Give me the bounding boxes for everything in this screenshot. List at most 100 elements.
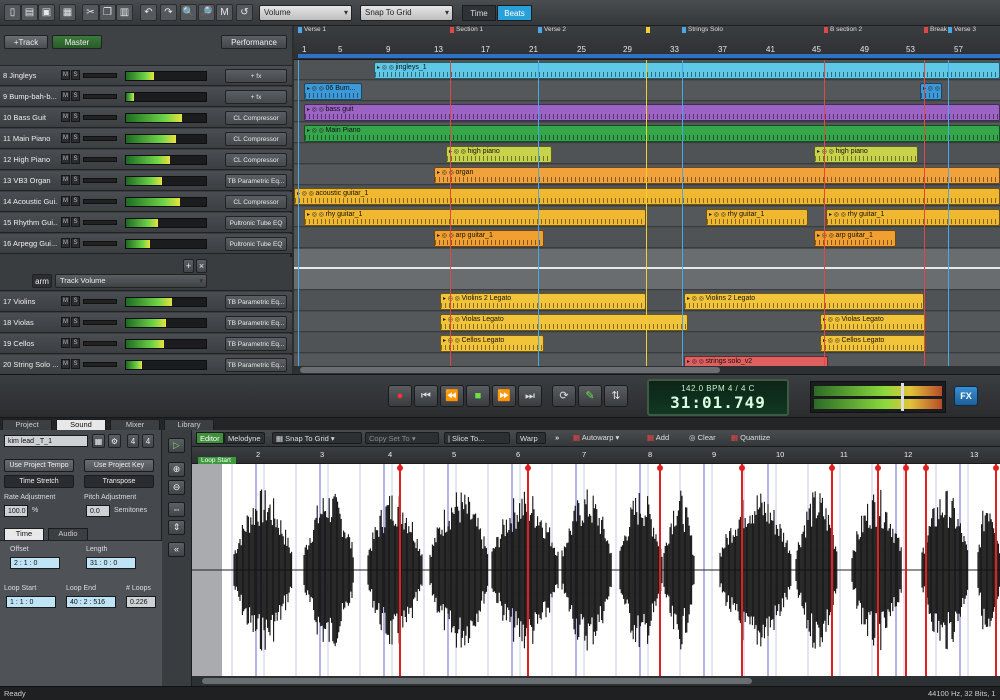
mute-button[interactable]: M <box>61 112 70 122</box>
track-name[interactable]: 14 Acoustic Gui... <box>3 197 58 206</box>
loop-start-input[interactable]: 1 : 1 : 0 <box>6 596 56 608</box>
section-marker[interactable]: B section 2 <box>824 26 862 33</box>
midi-icon[interactable]: M <box>216 4 233 21</box>
track-row[interactable]: 17 Violins M S TB Parametric Eq... <box>0 292 292 312</box>
solo-button[interactable]: S <box>71 338 80 348</box>
master-fader-handle[interactable] <box>901 383 904 411</box>
plugin-slot[interactable]: TB Parametric Eq... <box>225 337 287 351</box>
track-row[interactable]: 13 VB3 Organ M S TB Parametric Eq... <box>0 171 292 191</box>
track-name[interactable]: 18 Violas <box>3 318 58 327</box>
settings-icon[interactable]: ⚙ <box>108 434 121 448</box>
transpose-select[interactable]: Transpose <box>84 475 154 488</box>
track-row[interactable]: 20 String Solo ... M S TB Parametric Eq... <box>0 355 292 375</box>
new-icon[interactable]: ▯ <box>4 4 21 21</box>
mute-button[interactable]: M <box>61 359 70 369</box>
track-volume-slider[interactable] <box>83 73 117 78</box>
audio-clip[interactable]: bass guit <box>304 104 1000 121</box>
quantize-button[interactable]: ▦ Quantize <box>728 432 773 444</box>
plugin-slot[interactable]: Pultronic Tube EQ <box>225 237 287 251</box>
track-volume-slider[interactable] <box>83 241 117 246</box>
snap-mode-select[interactable]: Snap To Grid <box>360 5 453 21</box>
rate-input[interactable]: 100.0 <box>4 505 28 517</box>
track-row[interactable]: 9 Bump-bah-b... M S + fx <box>0 87 292 107</box>
cut-icon[interactable]: ✂ <box>82 4 99 21</box>
section-marker[interactable]: Verse 2 <box>538 26 566 33</box>
time-toggle[interactable]: Time <box>462 5 496 21</box>
track-volume-slider[interactable] <box>83 115 117 120</box>
melodyne-tab[interactable]: Melodyne <box>224 432 265 444</box>
audio-clip[interactable]: Violas Legato <box>440 314 688 331</box>
collapse-icon[interactable]: « <box>168 542 185 557</box>
audio-clip[interactable]: high piano <box>814 146 918 163</box>
audio-clip[interactable]: jingleys_1 <box>374 62 1000 79</box>
solo-button[interactable]: S <box>71 196 80 206</box>
editor-scrollbar[interactable] <box>192 676 1000 686</box>
playback-region[interactable] <box>298 54 1000 58</box>
track-volume-slider[interactable] <box>83 178 117 183</box>
waveform-view[interactable] <box>192 464 1000 676</box>
mute-button[interactable]: M <box>61 338 70 348</box>
time-sig-numerator[interactable]: 4 <box>127 434 139 448</box>
track-row[interactable]: 16 Arpegg Gui... M S Pultronic Tube EQ <box>0 234 292 254</box>
track-name[interactable]: 16 Arpegg Gui... <box>3 239 58 248</box>
zoom-out-icon[interactable]: 🔎 <box>198 4 215 21</box>
track-volume-slider[interactable] <box>83 157 117 162</box>
track-row[interactable]: 10 Bass Guit M S CL Compressor <box>0 108 292 128</box>
automation-line[interactable] <box>294 267 1000 269</box>
plugin-slot[interactable]: CL Compressor <box>225 153 287 167</box>
arranger-view[interactable]: Verse 1 Section 1 Verse 2 Strings Solo B sec… <box>294 26 1000 374</box>
zoom-in-icon[interactable]: 🔍 <box>180 4 197 21</box>
track-name[interactable]: 20 String Solo ... <box>3 360 58 369</box>
track-name[interactable]: 15 Rhythm Gui... <box>3 218 58 227</box>
timeline-ruler[interactable]: Verse 1 Section 1 Verse 2 Strings Solo B sec… <box>294 26 1000 60</box>
track-row[interactable]: 14 Acoustic Gui... M S CL Compressor <box>0 192 292 212</box>
master-button[interactable]: Master <box>52 35 102 49</box>
length-input[interactable]: 31 : 0 : 0 <box>86 557 136 569</box>
zoom-in-icon[interactable]: ⊕ <box>168 462 185 477</box>
section-marker[interactable]: Break <box>924 26 947 33</box>
track-name[interactable]: 10 Bass Guit <box>3 113 58 122</box>
automation-arm-button[interactable]: arm <box>32 274 52 288</box>
performance-button[interactable]: Performance <box>221 35 287 49</box>
folder-icon[interactable]: ▣ <box>38 4 55 21</box>
fx-button[interactable]: FX <box>954 386 978 406</box>
scroll-thumb[interactable] <box>202 678 752 684</box>
audio-clip[interactable]: high piano <box>446 146 552 163</box>
use-project-key-button[interactable]: Use Project Key <box>84 459 154 472</box>
solo-button[interactable]: S <box>71 296 80 306</box>
loop-end-input[interactable]: 40 : 2 : 516 <box>66 596 116 608</box>
play-preview-icon[interactable]: ▷ <box>168 438 185 453</box>
mute-button[interactable]: M <box>61 238 70 248</box>
sound-file-name[interactable]: kim lead _T_1 <box>4 435 88 447</box>
copy-set-select[interactable]: Copy Set To ▾ <box>365 432 439 444</box>
plugin-slot[interactable]: Pultronic Tube EQ <box>225 216 287 230</box>
plugin-slot[interactable]: CL Compressor <box>225 111 287 125</box>
audio-clip[interactable]: rhy guitar_1 <box>304 209 646 226</box>
mute-button[interactable]: M <box>61 217 70 227</box>
audio-clip[interactable]: organ <box>434 167 1000 184</box>
beats-toggle[interactable]: Beats <box>497 5 532 21</box>
audio-clip[interactable]: Cellos Legato <box>820 335 926 352</box>
plugin-slot[interactable]: TB Parametric Eq... <box>225 358 287 372</box>
save-sound-icon[interactable]: ▦ <box>92 434 105 448</box>
time-sig-denominator[interactable]: 4 <box>142 434 154 448</box>
plugin-slot[interactable]: TB Parametric Eq... <box>225 316 287 330</box>
audio-clip[interactable]: Violas Legato <box>820 314 926 331</box>
clear-button[interactable]: ◎ Clear <box>686 432 719 444</box>
rewind-icon[interactable]: ⏪ <box>440 385 464 407</box>
section-marker[interactable]: Section 1 <box>450 26 483 33</box>
mute-button[interactable]: M <box>61 296 70 306</box>
track-volume-slider[interactable] <box>83 199 117 204</box>
view-mode-select[interactable]: Volume <box>259 5 352 21</box>
section-marker[interactable]: Strings Solo <box>682 26 723 33</box>
section-marker[interactable]: Verse 1 <box>298 26 326 33</box>
fit-horizontal-icon[interactable]: ⇔ <box>168 502 185 517</box>
audio-clip[interactable]: Violins 2 Legato <box>440 293 646 310</box>
subtab-audio[interactable]: Audio <box>48 528 88 540</box>
track-row[interactable]: 15 Rhythm Gui... M S Pultronic Tube EQ <box>0 213 292 233</box>
tab-sound[interactable]: Sound <box>56 419 106 430</box>
scroll-thumb[interactable] <box>300 367 720 373</box>
redo-icon[interactable]: ↷ <box>160 4 177 21</box>
track-volume-slider[interactable] <box>83 320 117 325</box>
record-icon[interactable]: ● <box>388 385 412 407</box>
